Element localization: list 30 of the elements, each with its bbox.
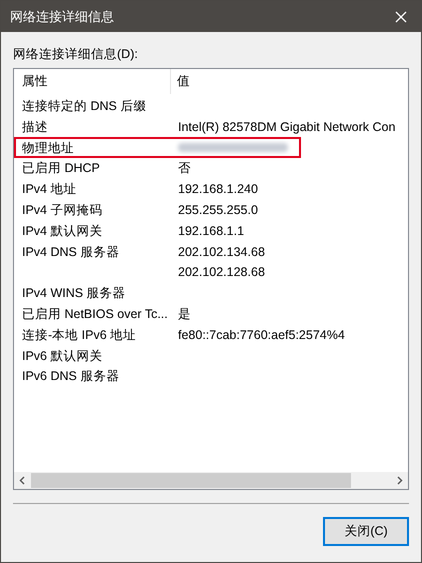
close-dialog-button[interactable]: 关闭(C) <box>323 517 409 546</box>
value-cell-text: fe80::7cab:7760:aef5:2574%4 <box>177 326 345 344</box>
property-cell-text: 物理地址 <box>21 140 75 157</box>
property-cell-text: IPv6 DNS 服务器 <box>21 368 120 386</box>
property-cell-text: IPv4 WINS 服务器 <box>21 285 127 302</box>
value-cell-text: 192.168.1.240 <box>177 181 258 198</box>
close-icon <box>395 10 407 22</box>
value-cell-text: 是 <box>177 306 191 323</box>
property-cell-text: 已启用 NetBIOS over Tc... <box>21 306 169 323</box>
property-cell-text: IPv4 默认网关 <box>21 222 104 240</box>
value-cell-text: 否 <box>177 160 191 178</box>
property-cell-text: 连接特定的 DNS 后缀 <box>21 98 148 116</box>
property-cell-text: 连接-本地 IPv6 地址 <box>21 326 138 344</box>
list-label: 网络连接详细信息(D): <box>13 46 139 63</box>
scrollbar-thumb[interactable] <box>31 473 351 488</box>
value-cell-text: Intel(R) 82578DM Gigabit Network Con <box>177 118 396 136</box>
property-cell-text: IPv4 DNS 服务器 <box>21 244 120 261</box>
property-cell-text: 已启用 DHCP <box>21 160 101 178</box>
value-cell-text: 202.102.128.68 <box>177 264 265 282</box>
horizontal-scrollbar[interactable] <box>14 472 408 489</box>
column-header[interactable]: 值 <box>171 69 408 94</box>
window-title: 网络连接详细信息 <box>10 8 114 26</box>
value-cell-text: 192.168.1.1 <box>177 222 244 240</box>
value-cell-text: 255.255.255.0 <box>177 202 258 219</box>
property-cell-text: IPv4 地址 <box>21 181 78 198</box>
property-cell-text: IPv4 子网掩码 <box>21 202 104 219</box>
property-cell-text: IPv6 默认网关 <box>21 348 104 365</box>
column-header[interactable]: 属性 <box>14 69 171 94</box>
value-cell-text: 202.102.134.68 <box>177 244 265 261</box>
property-cell-text: 描述 <box>21 118 49 136</box>
